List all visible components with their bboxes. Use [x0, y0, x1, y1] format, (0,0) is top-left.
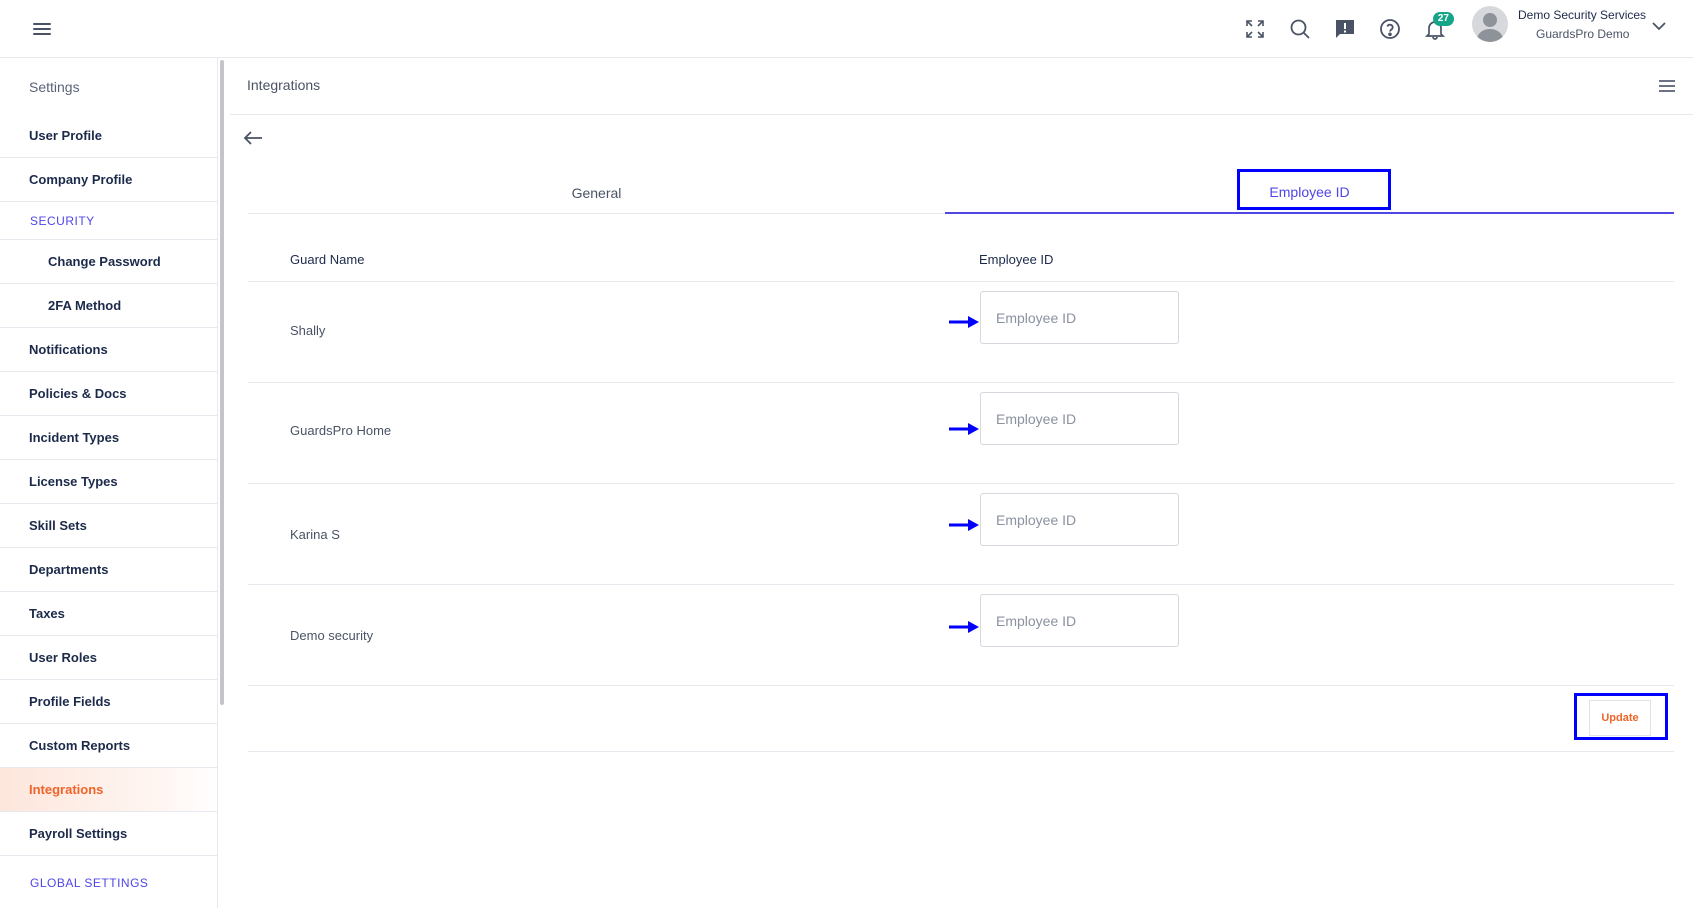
guard-name: GuardsPro Home [290, 423, 392, 438]
page-title: Integrations [247, 77, 321, 93]
sidebar-item-departments[interactable]: Departments [0, 548, 217, 592]
sidebar-item-payroll-settings[interactable]: Payroll Settings [0, 812, 217, 856]
sidebar-item-company-profile[interactable]: Company Profile [0, 158, 217, 202]
annotation-arrow-icon [949, 519, 979, 531]
sidebar-item-notifications[interactable]: Notifications [0, 328, 217, 372]
employee-id-input[interactable] [980, 392, 1179, 445]
sidebar-title: Settings [29, 79, 80, 95]
guard-name: Shally [290, 323, 326, 338]
sidebar-item-user-profile[interactable]: User Profile [0, 114, 217, 158]
table-row: GuardsPro Home [248, 383, 1674, 484]
guard-name: Demo security [290, 628, 374, 643]
annotation-arrow-icon [949, 621, 979, 633]
tab-bar: General Employee ID [248, 172, 1674, 214]
table-header: Guard Name Employee ID [248, 238, 1674, 282]
user-company: GuardsPro Demo [1536, 27, 1630, 41]
annotation-arrow-icon [949, 423, 979, 435]
employee-id-input[interactable] [980, 594, 1179, 647]
search-icon[interactable] [1285, 14, 1315, 44]
tab-employee-id[interactable]: Employee ID [945, 172, 1674, 214]
bell-icon[interactable]: 27 [1420, 12, 1454, 44]
content-header: Integrations [230, 58, 1693, 115]
guard-name: Karina S [290, 527, 340, 542]
sidebar-item-skill-sets[interactable]: Skill Sets [0, 504, 217, 548]
sidebar-item-user-roles[interactable]: User Roles [0, 636, 217, 680]
feedback-icon[interactable] [1330, 14, 1360, 44]
content-menu-icon[interactable] [1657, 77, 1677, 95]
sidebar-item-change-password[interactable]: Change Password [0, 240, 217, 284]
sidebar-item-integrations[interactable]: Integrations [0, 768, 217, 812]
table-row: Shally [248, 282, 1674, 383]
sidebar-item-taxes[interactable]: Taxes [0, 592, 217, 636]
employee-id-input[interactable] [980, 291, 1179, 344]
column-header-employee-id: Employee ID [979, 252, 1054, 267]
sidebar-section-global-settings: GLOBAL SETTINGS [30, 876, 149, 890]
chevron-down-icon[interactable] [1652, 18, 1666, 36]
sidebar-item-license-types[interactable]: License Types [0, 460, 217, 504]
avatar[interactable] [1472, 6, 1508, 42]
column-header-guard-name: Guard Name [290, 252, 365, 267]
top-bar: 27 Demo Security Services GuardsPro Demo [0, 0, 1693, 58]
user-name[interactable]: Demo Security Services [1518, 8, 1646, 22]
sidebar-section-security: SECURITY [0, 202, 217, 240]
sidebar: Settings User Profile Company Profile SE… [0, 58, 218, 908]
employee-id-input[interactable] [980, 493, 1179, 546]
sidebar-item-incident-types[interactable]: Incident Types [0, 416, 217, 460]
sidebar-item-policies-docs[interactable]: Policies & Docs [0, 372, 217, 416]
annotation-arrow-icon [949, 316, 979, 328]
sidebar-item-custom-reports[interactable]: Custom Reports [0, 724, 217, 768]
fullscreen-icon[interactable] [1240, 14, 1270, 44]
hamburger-icon[interactable] [30, 16, 56, 42]
update-button[interactable]: Update [1589, 700, 1651, 736]
sidebar-item-2fa-method[interactable]: 2FA Method [0, 284, 217, 328]
help-icon[interactable] [1375, 14, 1405, 44]
divider [248, 751, 1674, 752]
back-arrow-icon[interactable] [242, 130, 266, 150]
table-row: Demo security [248, 585, 1674, 686]
sidebar-item-profile-fields[interactable]: Profile Fields [0, 680, 217, 724]
sidebar-scrollbar[interactable] [220, 60, 224, 705]
notification-badge: 27 [1432, 12, 1454, 26]
tab-general[interactable]: General [248, 172, 945, 214]
table-row: Karina S [248, 484, 1674, 585]
